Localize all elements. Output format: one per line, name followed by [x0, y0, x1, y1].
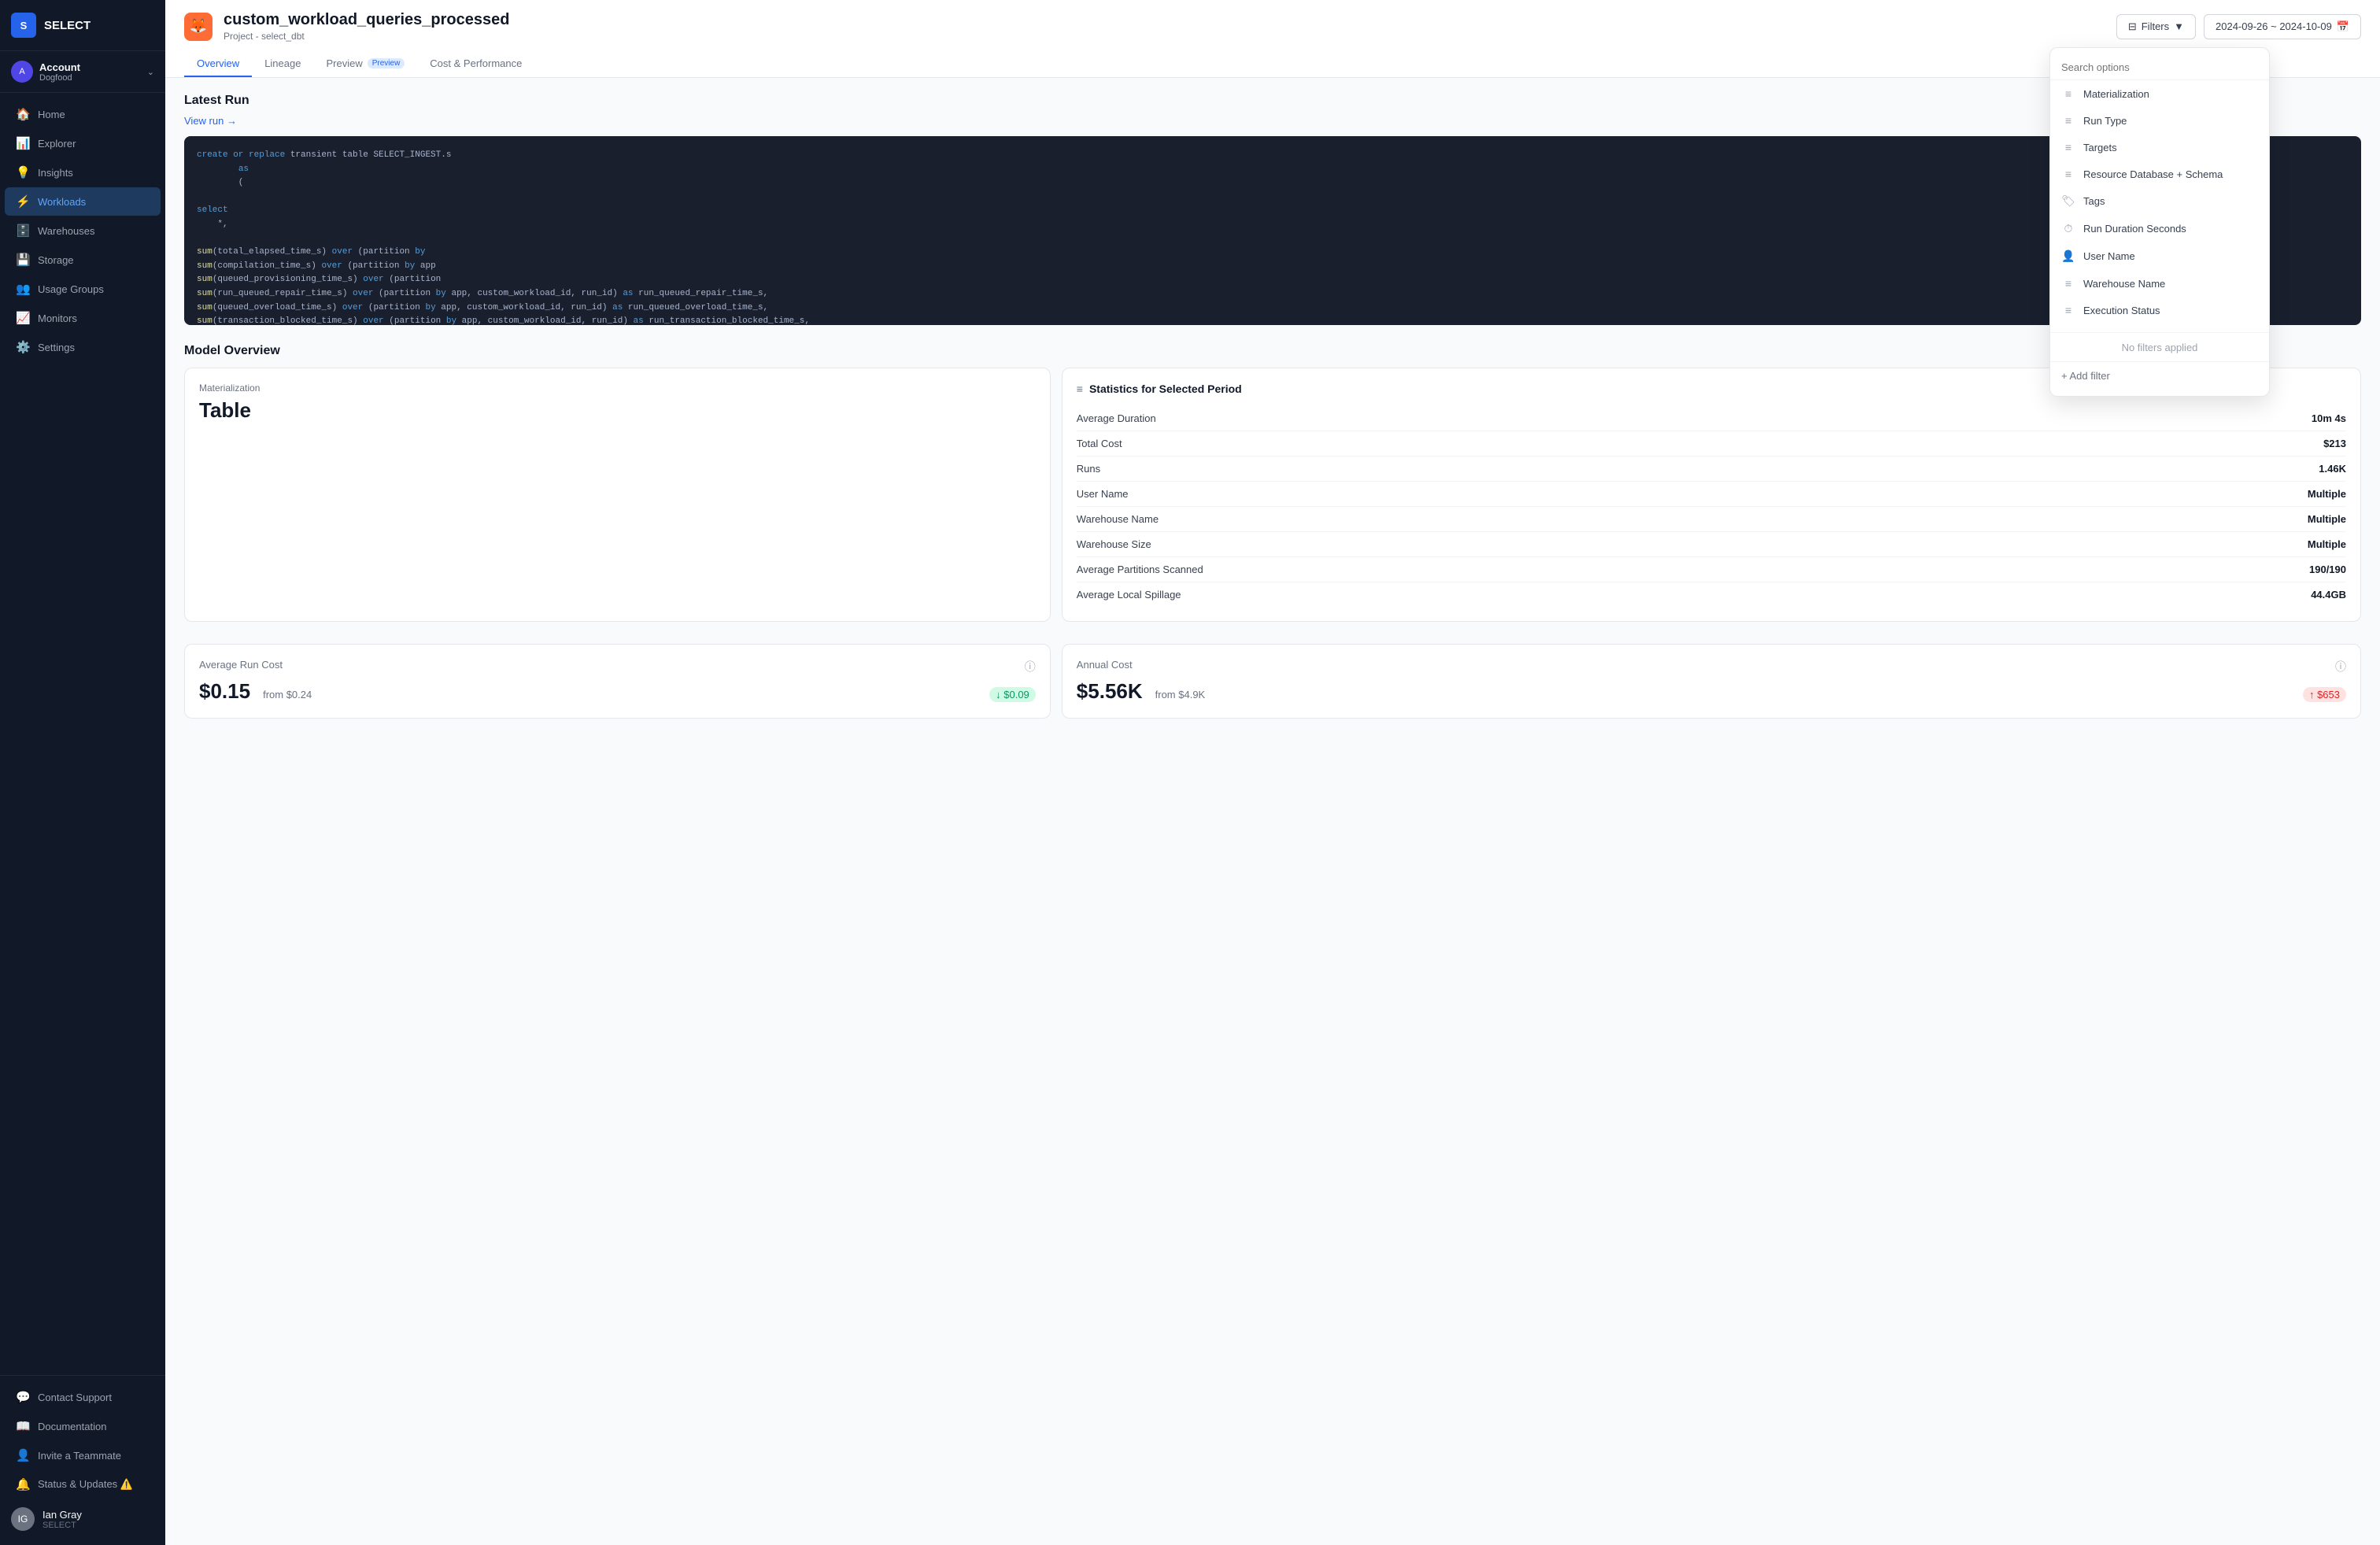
filter-option-run-type[interactable]: ≡ Run Type	[2050, 107, 2269, 134]
filter-option-execution-status[interactable]: ≡ Execution Status	[2050, 297, 2269, 323]
no-filters-message: No filters applied	[2122, 342, 2198, 353]
list-icon: ≡	[2061, 168, 2075, 180]
list-icon: ≡	[2061, 277, 2075, 290]
filters-dropdown: ≡ Materialization ≡ Run Type ≡ Targets ≡…	[2049, 47, 2270, 397]
filter-option-meta-owner[interactable]: ✕ Meta - owner	[2050, 323, 2269, 332]
filter-option-resource-db-schema[interactable]: ≡ Resource Database + Schema	[2050, 161, 2269, 187]
filter-option-materialization[interactable]: ≡ Materialization	[2050, 80, 2269, 107]
list-icon: ≡	[2061, 114, 2075, 127]
list-icon: ≡	[2061, 87, 2075, 100]
clock-icon: ⏱	[2061, 222, 2075, 235]
dropdown-overlay[interactable]	[0, 0, 2380, 1545]
filter-option-warehouse-name[interactable]: ≡ Warehouse Name	[2050, 270, 2269, 297]
dropdown-search-wrapper	[2050, 54, 2269, 80]
filter-option-user-name[interactable]: 👤 User Name	[2050, 242, 2269, 270]
search-input[interactable]	[2061, 61, 2258, 73]
filter-option-targets[interactable]: ≡ Targets	[2050, 134, 2269, 161]
add-filter-button[interactable]: + Add filter	[2050, 361, 2269, 390]
list-icon: ≡	[2061, 304, 2075, 316]
person-icon: 👤	[2061, 249, 2075, 263]
filter-option-run-duration[interactable]: ⏱ Run Duration Seconds	[2050, 215, 2269, 242]
x-icon: ✕	[2061, 331, 2075, 332]
filter-option-tags[interactable]: 🏷 Tags	[2050, 187, 2269, 215]
list-icon: ≡	[2061, 141, 2075, 153]
tag-icon: 🏷	[2061, 194, 2075, 208]
